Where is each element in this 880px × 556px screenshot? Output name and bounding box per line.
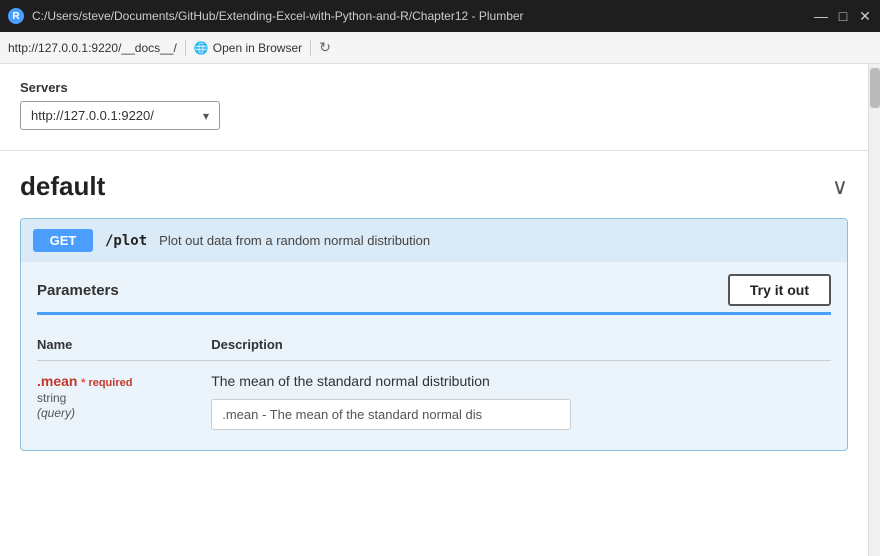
param-input-box: .mean - The mean of the standard normal … (211, 399, 571, 430)
address-bar: http://127.0.0.1:9220/__docs__/ 🌐 Open i… (0, 32, 880, 64)
servers-label: Servers (20, 80, 848, 95)
param-required-star: * (81, 377, 85, 389)
window-controls: — □ ✕ (814, 9, 872, 23)
servers-selected-value: http://127.0.0.1:9220/ (31, 108, 154, 123)
address-divider2 (310, 40, 311, 56)
servers-dropdown[interactable]: http://127.0.0.1:9220/ ▾ (20, 101, 220, 130)
param-description-cell: The mean of the standard normal distribu… (211, 361, 831, 439)
close-button[interactable]: ✕ (858, 9, 872, 23)
refresh-icon[interactable]: ↻ (319, 39, 331, 56)
address-url[interactable]: http://127.0.0.1:9220/__docs__/ (8, 41, 177, 55)
content-area: Servers http://127.0.0.1:9220/ ▾ default… (0, 64, 868, 556)
app-icon: R (8, 8, 24, 24)
parameters-header: Parameters Try it out (37, 274, 831, 315)
minimize-button[interactable]: — (814, 9, 828, 23)
app-icon-label: R (12, 11, 19, 22)
servers-dropdown-arrow: ▾ (203, 109, 209, 123)
browser-icon: 🌐 (194, 41, 209, 55)
parameters-panel: Parameters Try it out Name Description (21, 262, 847, 450)
section-separator (0, 150, 868, 151)
scrollbar-track[interactable] (868, 64, 880, 556)
description-column-header: Description (211, 331, 831, 361)
try-it-button[interactable]: Try it out (728, 274, 831, 306)
default-header: default ∨ (20, 171, 848, 202)
maximize-button[interactable]: □ (836, 9, 850, 23)
default-title: default (20, 171, 105, 202)
servers-section: Servers http://127.0.0.1:9220/ ▾ (0, 64, 868, 142)
address-divider (185, 40, 186, 56)
param-type: string (37, 391, 203, 405)
param-location: (query) (37, 406, 75, 420)
endpoint-path: /plot (105, 233, 147, 249)
param-name: .mean (37, 373, 77, 389)
title-bar-text: C:/Users/steve/Documents/GitHub/Extendin… (32, 9, 814, 23)
name-column-header: Name (37, 331, 211, 361)
endpoint-header[interactable]: GET /plot Plot out data from a random no… (21, 219, 847, 262)
default-chevron-icon[interactable]: ∨ (832, 174, 848, 200)
scrollbar-thumb[interactable] (870, 68, 880, 108)
param-input-placeholder: .mean - The mean of the standard normal … (222, 407, 482, 422)
table-row: .mean * required string (query) Th (37, 361, 831, 439)
parameters-table: Name Description .mean * required (37, 331, 831, 438)
main-layout: Servers http://127.0.0.1:9220/ ▾ default… (0, 64, 880, 556)
open-browser-button[interactable]: 🌐 Open in Browser (194, 41, 302, 55)
param-name-cell: .mean * required string (query) (37, 361, 211, 439)
param-required-label: * required (81, 377, 132, 389)
default-section: default ∨ GET /plot Plot out data from a… (0, 159, 868, 463)
endpoint-description: Plot out data from a random normal distr… (159, 233, 430, 248)
endpoint-card: GET /plot Plot out data from a random no… (20, 218, 848, 451)
param-description-text: The mean of the standard normal distribu… (211, 373, 823, 389)
open-browser-label: Open in Browser (213, 41, 302, 55)
parameters-title: Parameters (37, 282, 119, 299)
title-bar: R C:/Users/steve/Documents/GitHub/Extend… (0, 0, 880, 32)
method-badge: GET (33, 229, 93, 252)
param-required-text: required (88, 377, 132, 389)
